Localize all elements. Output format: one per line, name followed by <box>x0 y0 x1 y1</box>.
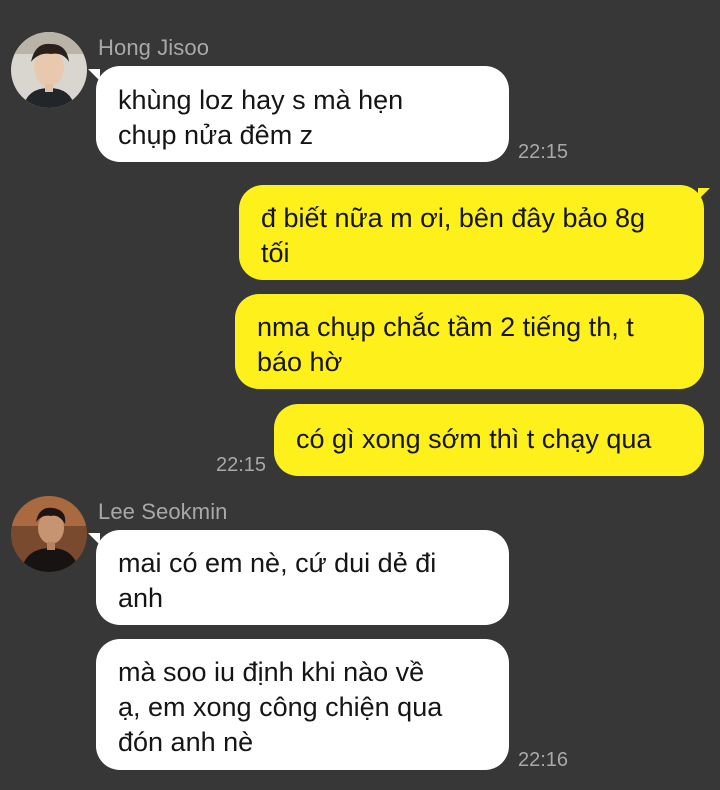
message-text: khùng loz hay s mà hẹn chụp nửa đêm z <box>118 85 404 150</box>
incoming-message-bubble[interactable]: mai có em nè, cứ dui dẻ đi anh <box>96 530 509 625</box>
outgoing-message-bubble[interactable]: có gì xong sớm thì t chạy qua <box>274 404 704 476</box>
message-text: đ biết nữa m ơi, bên đây bảo 8g tối <box>261 203 646 268</box>
message-timestamp: 22:15 <box>216 454 267 476</box>
message-text: có gì xong sớm thì t chạy qua <box>296 424 652 454</box>
message-timestamp: 22:15 <box>518 141 569 163</box>
outgoing-message-bubble[interactable]: nma chụp chắc tầm 2 tiếng th, t báo hờ <box>235 294 704 389</box>
message-text: mai có em nè, cứ dui dẻ đi anh <box>118 548 437 613</box>
incoming-message-bubble[interactable]: khùng loz hay s mà hẹn chụp nửa đêm z <box>96 66 509 162</box>
avatar-photo-icon <box>11 32 87 108</box>
message-text: mà soo iu định khi nào về ạ, em xong côn… <box>118 657 443 757</box>
sender-name: Lee Seokmin <box>98 499 228 524</box>
avatar-lee-seokmin[interactable] <box>11 496 87 572</box>
incoming-message-bubble[interactable]: mà soo iu định khi nào về ạ, em xong côn… <box>96 639 509 770</box>
message-text: nma chụp chắc tầm 2 tiếng th, t báo hờ <box>257 312 634 377</box>
avatar-photo-icon <box>11 496 87 572</box>
message-timestamp: 22:16 <box>518 749 569 771</box>
avatar-hong-jisoo[interactable] <box>11 32 87 108</box>
outgoing-message-bubble[interactable]: đ biết nữa m ơi, bên đây bảo 8g tối <box>239 185 704 280</box>
sender-name: Hong Jisoo <box>98 35 210 60</box>
